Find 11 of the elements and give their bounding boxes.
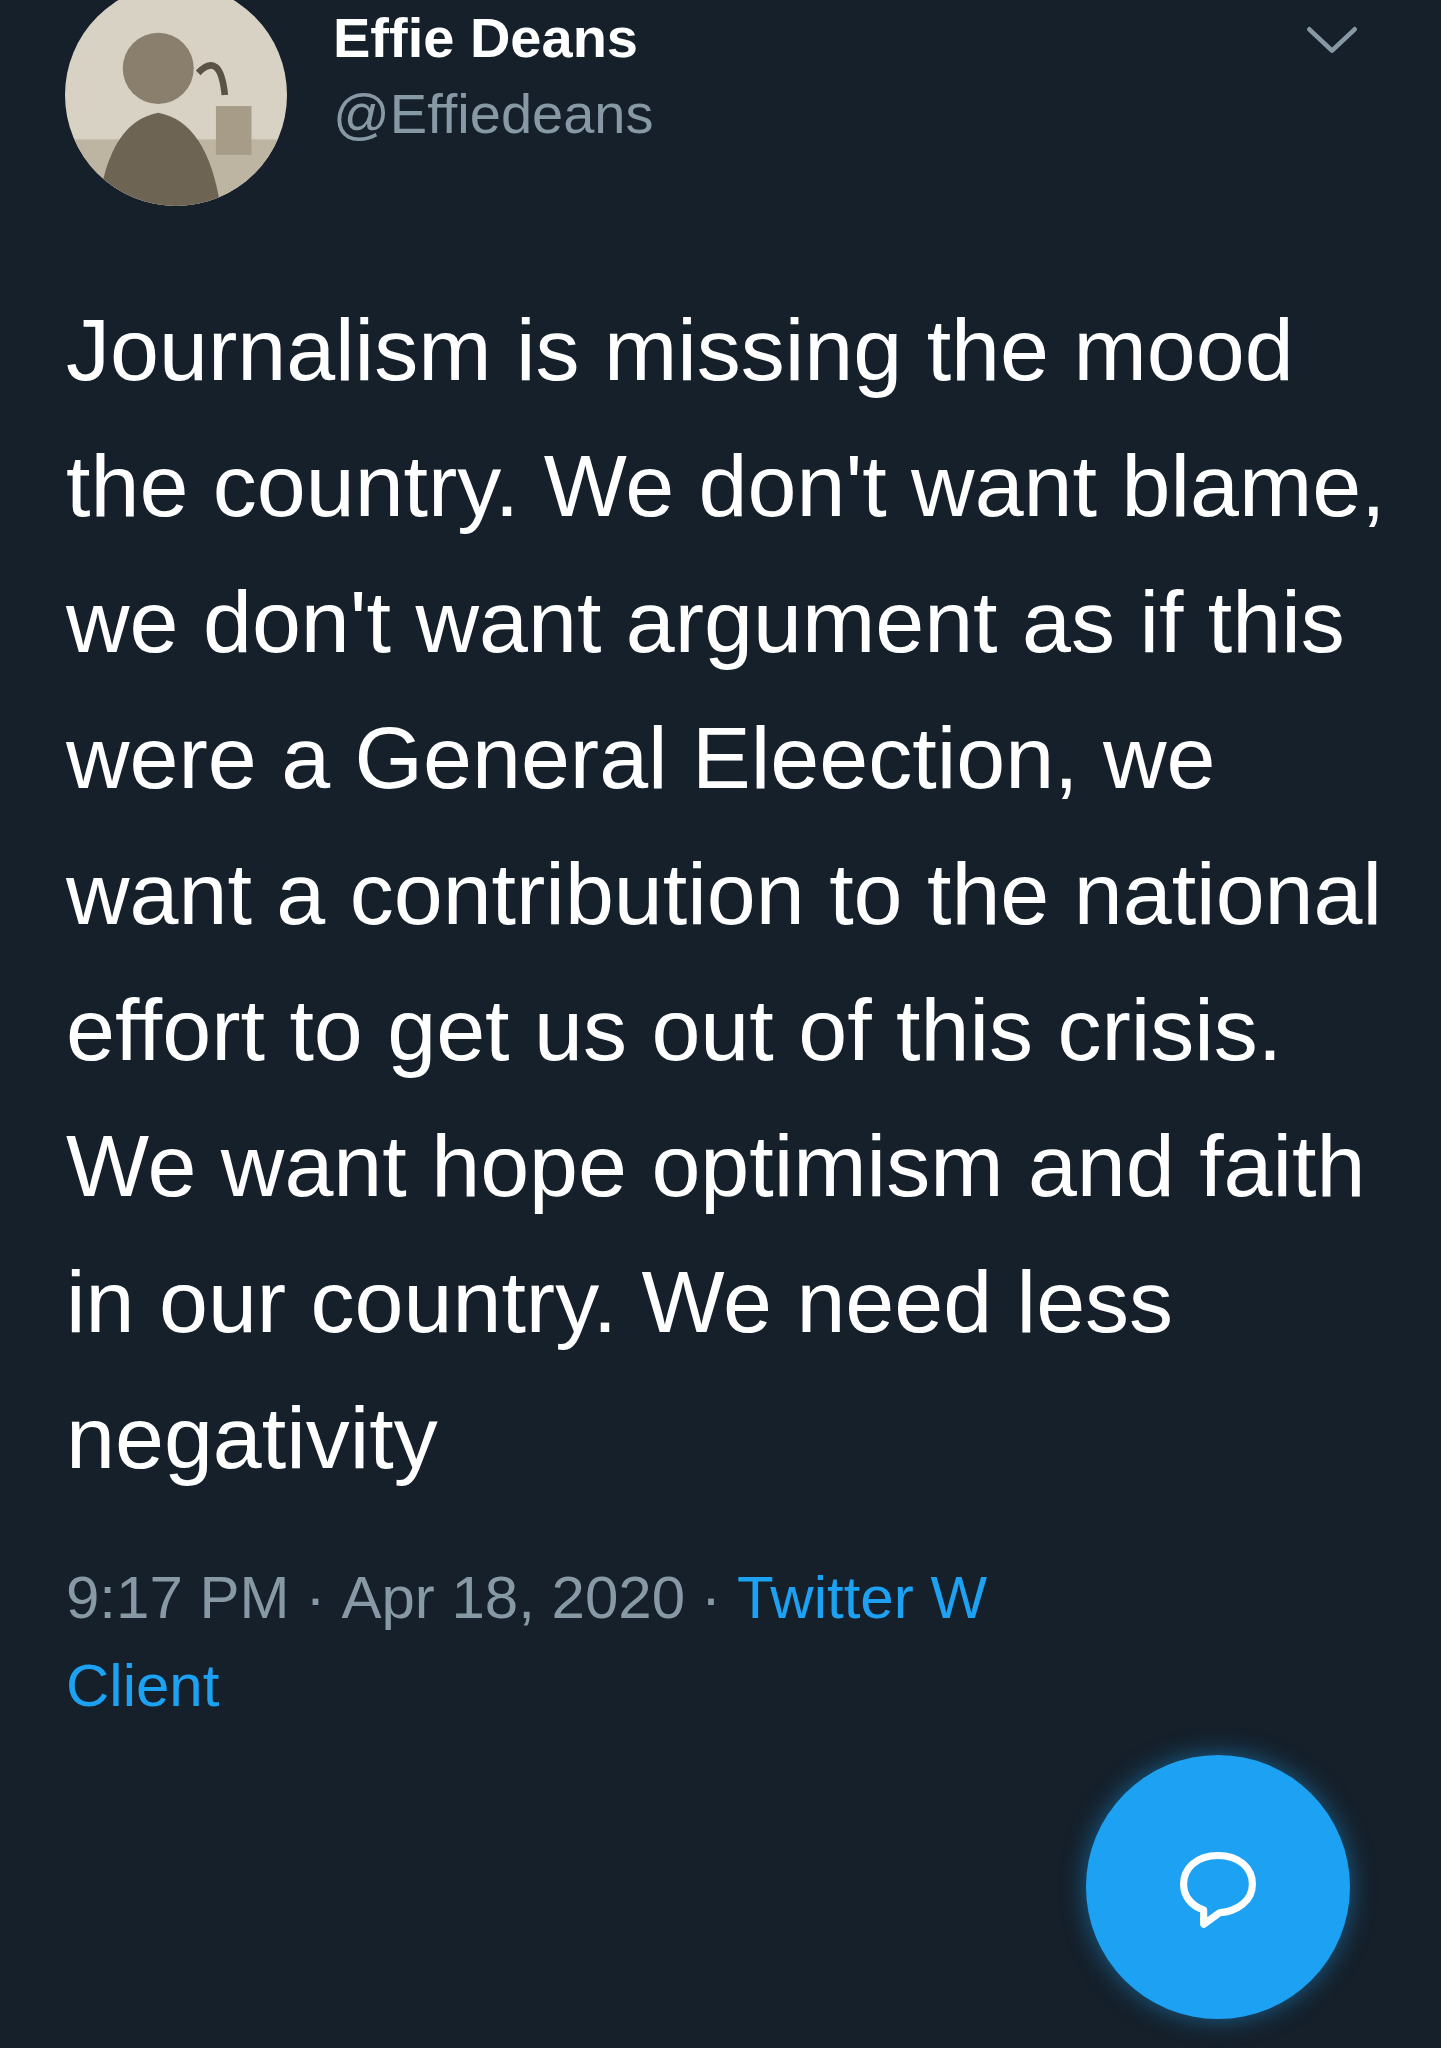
author-name[interactable]: Effie Deans: [333, 10, 654, 66]
tweet-text: Journalism is missing the mood the country. We don't want blame, we don't want argument as if this were a General Eleection, we want a contribution to the national effort to get us out of this crisis. We want hope optimism and faith in our country. We need less negativity: [66, 299, 1386, 1489]
chevron-down-icon[interactable]: [1305, 24, 1359, 56]
source-link[interactable]: Client: [66, 1642, 220, 1730]
author-handle[interactable]: @Effiedeans: [333, 86, 654, 142]
source-link[interactable]: Twitter W: [737, 1554, 987, 1642]
separator-dot: ·: [305, 1563, 326, 1633]
tweet-date: Apr 18, 2020: [341, 1563, 686, 1633]
separator-dot: ·: [701, 1563, 721, 1633]
tweet-time: 9:17 PM: [66, 1563, 290, 1633]
reply-button[interactable]: [1086, 1755, 1350, 2019]
